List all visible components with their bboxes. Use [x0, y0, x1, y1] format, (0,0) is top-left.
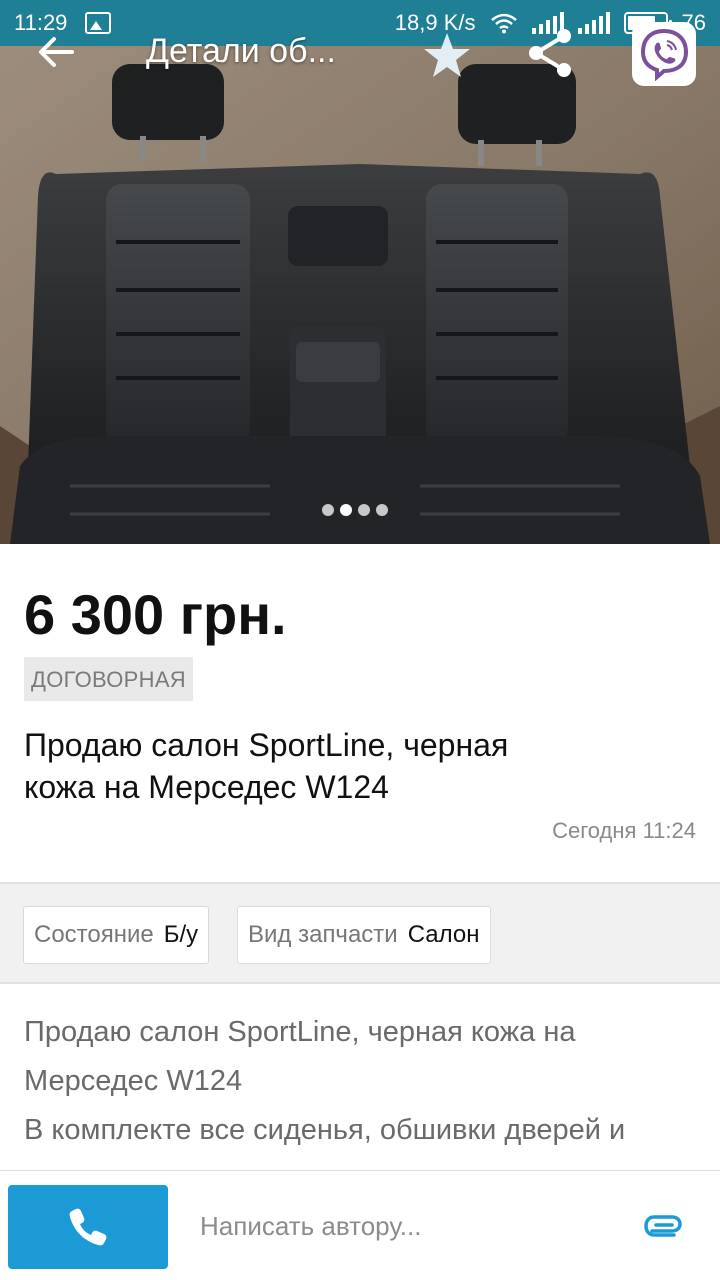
back-arrow-icon[interactable]	[34, 30, 78, 74]
star-icon[interactable]	[422, 30, 472, 80]
page-title: Детали об...	[146, 32, 336, 70]
share-icon[interactable]	[524, 26, 578, 80]
phone-icon	[69, 1208, 107, 1246]
price: 6 300 грн.	[24, 583, 287, 646]
paperclip-icon[interactable]	[642, 1211, 686, 1241]
signal-3g-icon	[577, 12, 610, 34]
image-notification-icon	[85, 12, 112, 34]
gallery-dot[interactable]	[322, 504, 334, 516]
negotiable-badge: ДОГОВОРНАЯ	[24, 657, 193, 701]
listing-date: Сегодня 11:24	[552, 818, 696, 843]
gallery-indicator	[322, 504, 388, 516]
description: Продаю салон SportLine, черная кожа на М…	[24, 1008, 700, 1155]
attribute-value: Б/у	[163, 921, 199, 948]
listing-photo[interactable]	[0, 46, 720, 544]
viber-button[interactable]	[632, 22, 696, 86]
message-input[interactable]: Написать автору...	[200, 1211, 421, 1242]
description-line: Мерседес W124	[24, 1065, 243, 1097]
viber-icon	[640, 28, 689, 81]
listing-title: Продаю салон SportLine, черная кожа на М…	[24, 727, 509, 805]
attribute-key: Вид запчасти	[248, 921, 398, 948]
description-line: В комплекте все сиденья, обшивки дверей …	[24, 1114, 626, 1146]
gallery-dot[interactable]	[340, 504, 352, 516]
bottom-bar: Написать автору...	[0, 1170, 720, 1280]
screen: 11:29 18,9 K/s 76 Детали об... 6 300 грн…	[0, 0, 720, 1280]
wifi-icon	[490, 13, 517, 34]
attribute-part-type: Вид запчасти Салон	[237, 906, 491, 964]
description-line: Продаю салон SportLine, черная кожа на	[24, 1016, 576, 1048]
attribute-value: Салон	[407, 921, 480, 948]
gallery-dot[interactable]	[376, 504, 388, 516]
attribute-key: Состояние	[34, 921, 154, 948]
call-button[interactable]	[8, 1185, 168, 1269]
attribute-condition: Состояние Б/у	[23, 906, 210, 964]
gallery-dot[interactable]	[358, 504, 370, 516]
